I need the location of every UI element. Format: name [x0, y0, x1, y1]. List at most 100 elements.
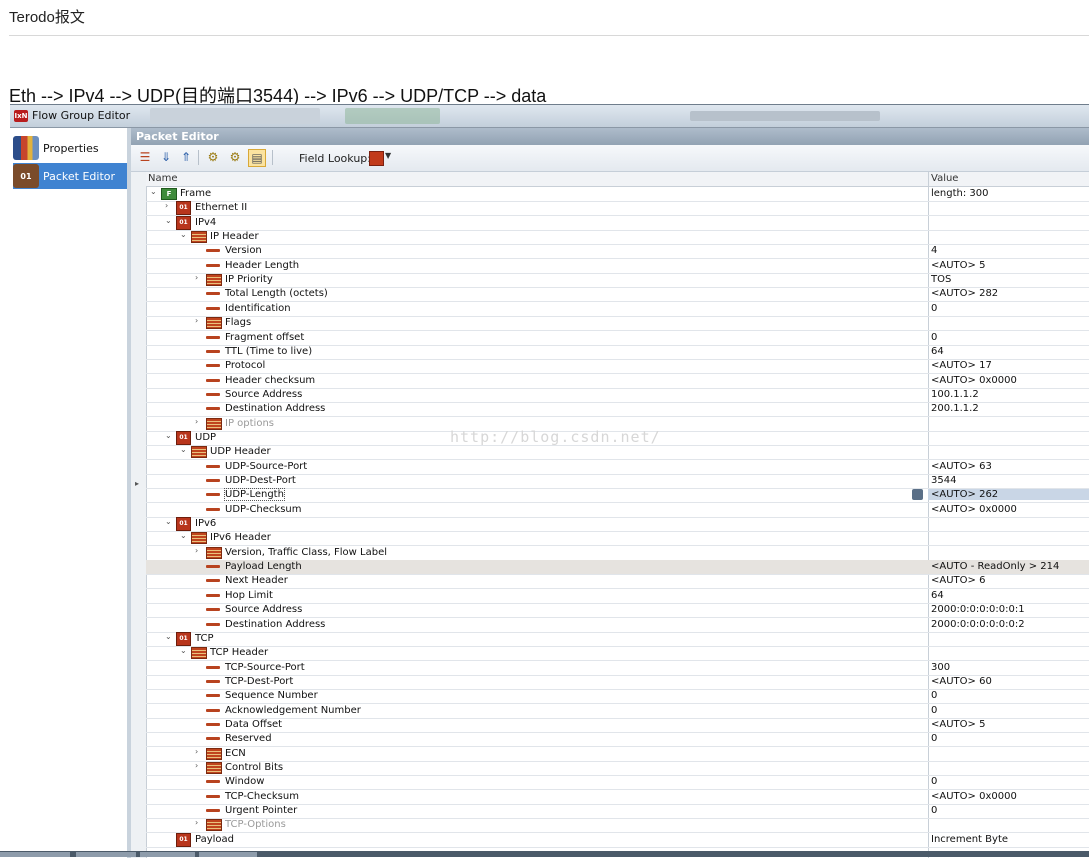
tree-row-value[interactable]: 2000:0:0:0:0:0:0:2 — [931, 619, 1025, 630]
tree-row[interactable]: Sequence Number 0 — [146, 689, 1089, 705]
expand-toggle-icon[interactable]: › — [195, 761, 198, 770]
field-editor-icon[interactable] — [912, 489, 923, 501]
tree-row[interactable]: Total Length (octets) <AUTO> 282 — [146, 287, 1089, 303]
tree-row-value[interactable]: <AUTO> 6 — [931, 575, 985, 586]
tree-row-value[interactable]: <AUTO> 63 — [931, 461, 992, 472]
tree-row[interactable]: ⌄ IP Header — [146, 230, 1089, 246]
tree-row[interactable]: Source Address 100.1.1.2 — [146, 388, 1089, 403]
expand-toggle-icon[interactable]: › — [195, 747, 198, 756]
tree-row-value[interactable]: 64 — [931, 346, 944, 357]
window-titlebar[interactable]: IxN Flow Group Editor — [10, 105, 1089, 128]
tree-row-value[interactable]: Increment Byte — [931, 834, 1008, 845]
tree-row-value[interactable]: 0 — [931, 690, 937, 701]
expand-toggle-icon[interactable]: › — [195, 316, 198, 325]
tree-row-value[interactable]: <AUTO> 0x0000 — [931, 504, 1017, 515]
tree-row-value[interactable]: 300 — [931, 662, 950, 673]
expand-toggle-icon[interactable]: › — [195, 546, 198, 555]
collapse-toggle-icon[interactable]: ⌄ — [165, 632, 172, 641]
tree-row[interactable]: ⌄ 01 UDP — [146, 430, 1089, 446]
tree-row[interactable]: Header Length <AUTO> 5 — [146, 259, 1089, 274]
tree-row[interactable]: Fragment offset 0 — [146, 331, 1089, 346]
tree-row[interactable]: UDP-Dest-Port 3544 — [146, 474, 1089, 489]
tree-row[interactable]: › TCP-Options — [146, 818, 1089, 834]
tree-row[interactable]: UDP-Length <AUTO> 262 — [146, 488, 1089, 504]
column-header-name[interactable]: Name — [148, 173, 178, 184]
tree-row[interactable]: › IP options — [146, 417, 1089, 432]
field-lookup-icon[interactable] — [369, 151, 384, 166]
tree-row[interactable]: TCP-Checksum <AUTO> 0x0000 — [146, 790, 1089, 805]
tree-row[interactable]: Urgent Pointer 0 — [146, 804, 1089, 820]
tree-row-value[interactable]: <AUTO> 17 — [931, 360, 992, 371]
tree-row[interactable]: 01 Payload Increment Byte — [146, 832, 1089, 848]
tree-row[interactable]: UDP-Checksum <AUTO> 0x0000 — [146, 503, 1089, 518]
taskbar-tab[interactable] — [140, 852, 195, 857]
tree-row[interactable]: ⌄ IPv6 Header — [146, 531, 1089, 547]
collapse-toggle-icon[interactable]: ⌄ — [180, 445, 187, 454]
tree-row-value[interactable]: 64 — [931, 590, 944, 601]
tree-row[interactable]: › ECN — [146, 747, 1089, 762]
tree-row-value[interactable]: <AUTO> 5 — [931, 719, 985, 730]
taskbar-tab[interactable] — [76, 852, 136, 857]
tree-row[interactable]: Protocol <AUTO> 17 — [146, 359, 1089, 375]
tree-row[interactable]: › Version, Traffic Class, Flow Label — [146, 546, 1089, 561]
tree-row[interactable]: › Flags — [146, 316, 1089, 332]
tree-row[interactable]: › 01 Ethernet II — [146, 201, 1089, 217]
tree-row[interactable]: Identification 0 — [146, 302, 1089, 317]
tree-row-value[interactable]: <AUTO> 262 — [928, 489, 1089, 501]
tree-row[interactable]: Data Offset <AUTO> 5 — [146, 718, 1089, 733]
expand-all-icon[interactable]: ⚙ — [205, 149, 221, 165]
tree-row[interactable]: Hop Limit 64 — [146, 589, 1089, 604]
tree-row-value[interactable]: <AUTO - ReadOnly > 214 — [931, 561, 1059, 572]
tree-row[interactable]: ⌄ 01 IPv6 — [146, 517, 1089, 533]
tree-row[interactable]: Destination Address 200.1.1.2 — [146, 402, 1089, 418]
tree-row-value[interactable]: 0 — [931, 733, 937, 744]
tree-row[interactable]: TCP-Dest-Port <AUTO> 60 — [146, 675, 1089, 690]
tree-row[interactable]: Source Address 2000:0:0:0:0:0:0:1 — [146, 603, 1089, 619]
tree-row[interactable]: ⌄ TCP Header — [146, 646, 1089, 662]
collapse-all-icon[interactable]: ⚙ — [227, 149, 243, 165]
tree-row-value[interactable]: 0 — [931, 805, 937, 816]
tree-row-value[interactable]: 100.1.1.2 — [931, 389, 979, 400]
taskbar-tab[interactable] — [199, 852, 257, 857]
tree-row-value[interactable]: 3544 — [931, 475, 956, 486]
move-down-icon[interactable]: ⇓ — [158, 149, 174, 165]
taskbar-tab[interactable] — [0, 852, 70, 857]
tree-row-value[interactable]: length: 300 — [931, 188, 989, 199]
tree-row[interactable]: Version 4 — [146, 244, 1089, 260]
expand-toggle-icon[interactable]: › — [195, 273, 198, 282]
sidebar-item-packet-editor[interactable]: 01 Packet Editor — [13, 163, 127, 189]
tree-row-value[interactable]: <AUTO> 0x0000 — [931, 375, 1017, 386]
tree-row[interactable]: ⌄ 01 IPv4 — [146, 215, 1089, 231]
tree-row[interactable]: Destination Address 2000:0:0:0:0:0:0:2 — [146, 618, 1089, 633]
tree-row[interactable]: Next Header <AUTO> 6 — [146, 574, 1089, 590]
tree-row-value[interactable]: 0 — [931, 705, 937, 716]
tree-row-value[interactable]: <AUTO> 282 — [931, 288, 998, 299]
tree-row[interactable]: Payload Length <AUTO - ReadOnly > 214 — [146, 560, 1089, 576]
collapse-toggle-icon[interactable]: ⌄ — [180, 531, 187, 540]
collapse-toggle-icon[interactable]: ⌄ — [150, 187, 157, 196]
tree-row-value[interactable]: 2000:0:0:0:0:0:0:1 — [931, 604, 1025, 615]
column-header-value[interactable]: Value — [931, 173, 958, 184]
chevron-down-icon[interactable]: ▼ — [385, 151, 391, 160]
move-up-icon[interactable]: ⇑ — [178, 149, 194, 165]
expand-toggle-icon[interactable]: › — [195, 417, 198, 426]
tree-row[interactable]: Reserved 0 — [146, 732, 1089, 748]
collapse-toggle-icon[interactable]: ⌄ — [180, 230, 187, 239]
tree-row[interactable]: ⌄ 01 TCP — [146, 631, 1089, 647]
tree-row-value[interactable]: 0 — [931, 332, 937, 343]
tree-row-value[interactable]: TOS — [931, 274, 951, 285]
tree-row-value[interactable]: <AUTO> 0x0000 — [931, 791, 1017, 802]
tree-row-value[interactable]: 200.1.1.2 — [931, 403, 979, 414]
tree-row[interactable]: Window 0 — [146, 775, 1089, 791]
add-layer-icon[interactable]: ☰ — [137, 149, 153, 165]
sidebar-item-properties[interactable]: Properties — [13, 135, 127, 161]
collapse-toggle-icon[interactable]: ⌄ — [165, 216, 172, 225]
tree-row-value[interactable]: 0 — [931, 776, 937, 787]
tree-row-value[interactable]: 0 — [931, 303, 937, 314]
expand-toggle-icon[interactable]: › — [195, 818, 198, 827]
tree-row[interactable]: Header checksum <AUTO> 0x0000 — [146, 374, 1089, 389]
tree-row[interactable]: ⌄ F Frame length: 300 — [146, 187, 1089, 202]
tree-row[interactable]: ⌄ UDP Header — [146, 445, 1089, 461]
collapse-toggle-icon[interactable]: ⌄ — [165, 431, 172, 440]
collapse-toggle-icon[interactable]: ⌄ — [165, 517, 172, 526]
